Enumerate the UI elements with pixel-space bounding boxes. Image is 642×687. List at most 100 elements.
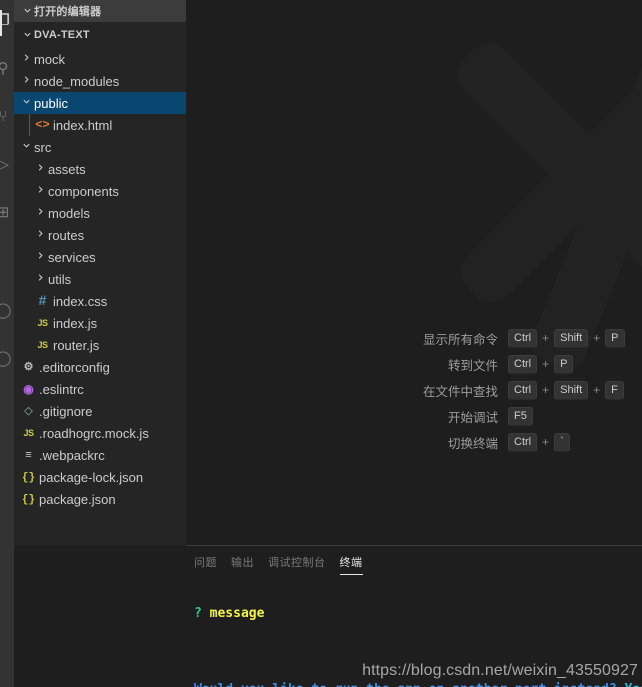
tree-item-label: .webpackrc: [39, 447, 105, 463]
keybinding-label: 在文件中查找: [422, 384, 498, 399]
key-cap: Ctrl: [508, 354, 538, 374]
terminal-line-question: Would you like to run the app on another…: [194, 680, 642, 687]
prompt-text: message: [209, 606, 265, 621]
tree-item-label: index.css: [53, 293, 108, 309]
key-cap: Shift: [554, 328, 589, 348]
explorer-sidebar: 打开的编辑器 DVA-TEXT mock node_modulespublic <>…: [14, 0, 186, 545]
tree-item-components[interactable]: components: [14, 180, 186, 202]
tree-item-label: public: [34, 95, 68, 111]
tree-item-roadhogrc-mock-js[interactable]: JS .roadhogrc.mock.js: [14, 422, 186, 444]
eslint-icon: ◉: [23, 381, 34, 396]
plus-separator: +: [542, 357, 550, 371]
question-text: Would you like to run the app on another…: [194, 682, 617, 687]
tree-item-routes[interactable]: routes: [14, 224, 186, 246]
js-file-icon: JS: [37, 340, 48, 350]
tree-item-models[interactable]: models: [14, 202, 186, 224]
tree-item-label: models: [48, 205, 90, 221]
chevron-right-icon: [34, 158, 46, 180]
tree-item-editorconfig[interactable]: ⚙ .editorconfig: [14, 356, 186, 378]
section-project-root[interactable]: DVA-TEXT: [14, 24, 186, 46]
keybinding-row[interactable]: 在文件中查找 Ctrl + Shift + F: [382, 377, 642, 403]
chevron-right-icon: [34, 246, 46, 268]
tree-item-gitignore[interactable]: ◇ .gitignore: [14, 400, 186, 422]
keybinding-keys: Ctrl + Shift + F: [508, 380, 624, 400]
chevron-down-icon: [20, 92, 32, 114]
tree-item-label: .roadhogrc.mock.js: [39, 425, 149, 441]
tree-item-label: node_modules: [34, 73, 120, 89]
panel-tab-bar: 问题 输出 调试控制台 终端: [186, 546, 642, 581]
html-file-icon: <>: [35, 118, 50, 132]
tree-item-src[interactable]: src: [14, 136, 186, 158]
tree-item-label: package-lock.json: [39, 469, 144, 485]
answer-text: Yes: [624, 682, 642, 687]
tree-item-webpackrc[interactable]: ≡ .webpackrc: [14, 444, 186, 466]
keybinding-keys: Ctrl + P: [508, 354, 574, 374]
panel-tab-item[interactable]: 输出: [231, 546, 254, 581]
project-root-label: DVA-TEXT: [34, 29, 90, 41]
tree-item-services[interactable]: services: [14, 246, 186, 268]
explorer-icon[interactable]: ❐: [0, 10, 14, 32]
panel-tab-terminal[interactable]: 终端: [339, 546, 363, 581]
plus-separator: +: [542, 435, 550, 449]
section-open-editors-label: 打开的编辑器: [34, 6, 102, 18]
keybinding-row[interactable]: 开始调试 F5: [382, 403, 642, 429]
tree-item-utils[interactable]: utils: [14, 268, 186, 290]
misc-icon-1[interactable]: ◯: [0, 300, 14, 322]
tree-item-label: index.js: [53, 315, 98, 331]
tree-item-index-js[interactable]: JS index.js: [14, 312, 186, 334]
tree-item-eslintrc[interactable]: ◉ .eslintrc: [14, 378, 186, 400]
tree-item-label: assets: [48, 161, 86, 177]
json-file-icon: {}: [21, 471, 36, 484]
tree-item-assets[interactable]: assets: [14, 158, 186, 180]
keybinding-label: 开始调试: [447, 410, 498, 425]
panel-tab-item[interactable]: 调试控制台: [268, 546, 326, 581]
tree-item-label: mock: [34, 51, 66, 67]
chevron-down-icon: [20, 136, 32, 158]
tree-item-public[interactable]: public: [14, 92, 186, 114]
tree-item-index-html[interactable]: <> index.html: [14, 114, 186, 136]
key-cap: Ctrl: [508, 328, 538, 348]
chevron-right-icon: [20, 48, 32, 70]
tree-item-router-js[interactable]: JS router.js: [14, 334, 186, 356]
css-file-icon: #: [38, 292, 47, 308]
section-open-editors[interactable]: 打开的编辑器: [14, 0, 186, 22]
key-cap: Shift: [554, 380, 589, 400]
search-icon[interactable]: ⚲: [0, 58, 14, 80]
plus-separator: +: [593, 331, 601, 345]
tree-item-package-lock-json[interactable]: {} package-lock.json: [14, 466, 186, 488]
bottom-panel: 问题输出调试控制台终端 ? message Would you like to …: [186, 545, 642, 687]
keybinding-row[interactable]: 切换终端 Ctrl + `: [382, 429, 642, 455]
gear-icon: ⚙: [23, 361, 34, 373]
debug-icon[interactable]: ▷: [0, 154, 14, 176]
js-file-icon: JS: [37, 318, 48, 328]
plus-separator: +: [542, 383, 550, 397]
tree-item-index-css[interactable]: # index.css: [14, 290, 186, 312]
keybinding-label: 转到文件: [447, 358, 498, 373]
tree-item-label: services: [48, 249, 96, 265]
key-cap: Ctrl: [508, 380, 538, 400]
panel-tab-item[interactable]: 问题: [194, 546, 217, 581]
tree-item-mock[interactable]: mock: [14, 48, 186, 70]
indent-guide: [29, 114, 30, 136]
config-file-icon: ≡: [25, 449, 32, 461]
key-cap: F5: [508, 406, 533, 426]
prompt-symbol: ?: [194, 606, 202, 621]
tree-item-label: index.html: [53, 117, 113, 133]
vscode-window: ❐ ⚲ ⑂ ▷ ⊞ ◯ ◯ 打开的编辑器 DVA-TEXT mock node_m…: [0, 0, 642, 687]
tree-item-label: .gitignore: [39, 403, 93, 419]
json-file-icon: {}: [21, 493, 36, 506]
plus-separator: +: [542, 331, 550, 345]
editor-area: 显示所有命令 Ctrl + Shift + P 转到文件 Ctrl + P 在文件中查找 Ctrl + S…: [186, 0, 642, 545]
keybinding-row[interactable]: 显示所有命令 Ctrl + Shift + P: [382, 325, 642, 351]
chevron-right-icon: [34, 180, 46, 202]
keybinding-label: 显示所有命令: [422, 332, 498, 347]
keybinding-row[interactable]: 转到文件 Ctrl + P: [382, 351, 642, 377]
misc-icon-2[interactable]: ◯: [0, 348, 14, 370]
tree-item-node-modules[interactable]: node_modules: [14, 70, 186, 92]
extensions-icon[interactable]: ⊞: [0, 202, 14, 224]
key-cap: P: [554, 354, 574, 374]
source-control-icon[interactable]: ⑂: [0, 106, 14, 128]
tree-item-label: src: [34, 139, 52, 155]
plus-separator: +: [593, 383, 601, 397]
tree-item-package-json[interactable]: {} package.json: [14, 488, 186, 510]
